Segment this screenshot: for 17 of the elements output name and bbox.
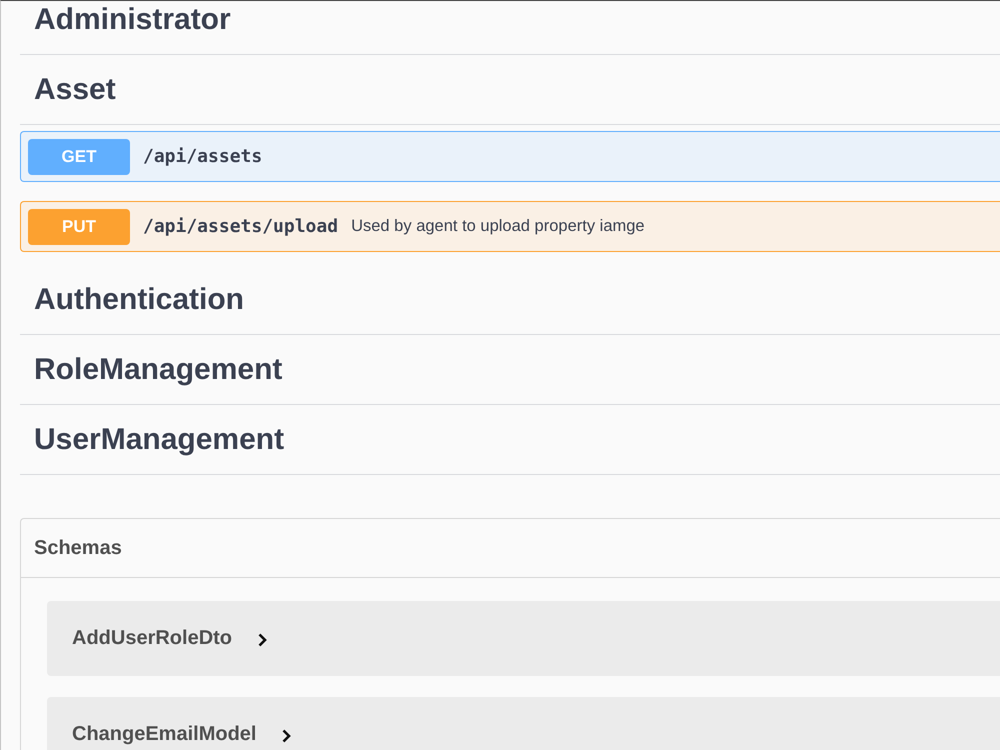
tag-heading[interactable]: UserManagement [20,405,1000,475]
model-row[interactable]: ChangeEmailModel [47,697,1000,750]
operation-description: Used by agent to upload property iamge [351,217,645,236]
endpoint-path: /api/assets/upload [143,216,338,237]
tag-heading[interactable]: Administrator [20,1,1000,55]
tag-heading[interactable]: Authentication [20,265,1000,335]
tag-heading[interactable]: RoleManagement [20,335,1000,405]
method-badge: GET [28,138,130,174]
schemas-toggle[interactable]: Schemas [21,519,1000,578]
tag-heading[interactable]: Asset [20,55,1000,125]
model-name: ChangeEmailModel [72,723,256,746]
model-row[interactable]: AddUserRoleDto [47,601,1000,676]
model-name: AddUserRoleDto [72,627,232,650]
operation-row[interactable]: PUT /api/assets/upload Used by agent to upload property iamge [20,201,1000,252]
operation-row[interactable]: GET /api/assets [20,131,1000,182]
method-badge: PUT [28,208,130,244]
endpoint-path: /api/assets [143,146,262,167]
